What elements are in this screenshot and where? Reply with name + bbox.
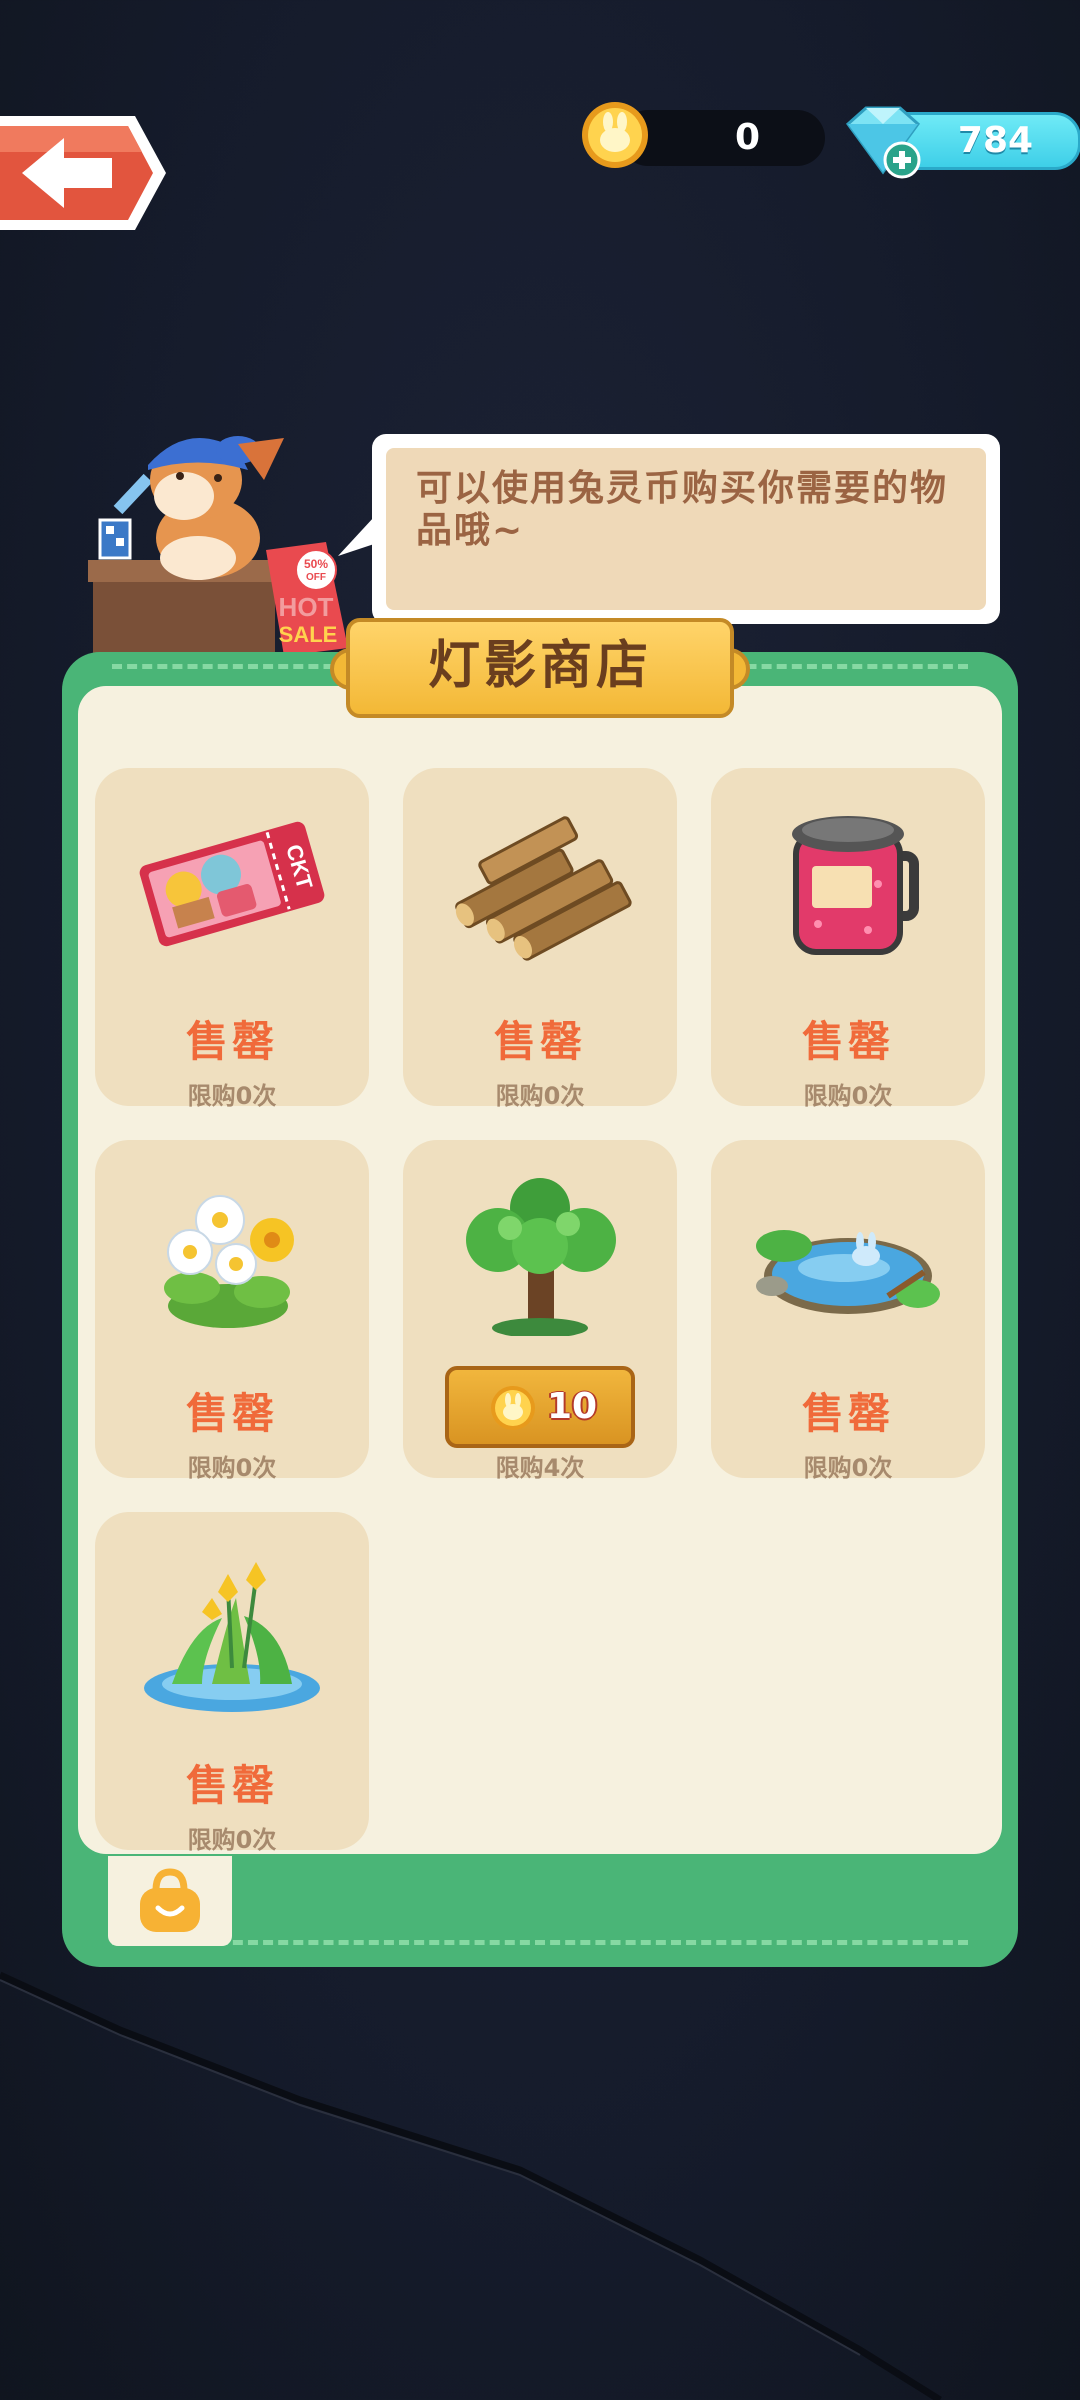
sold-out-label: 售罄 bbox=[493, 1017, 586, 1066]
sold-out-label: 售罄 bbox=[185, 1017, 278, 1066]
sign-text-4: SALE bbox=[279, 622, 338, 647]
dialog-text: 可以使用兔灵币购买你需要的物品哦~ bbox=[416, 468, 949, 551]
panel-stitch-bottom bbox=[112, 1940, 968, 1945]
rabbit-coin-icon bbox=[491, 1386, 535, 1430]
shop-item-wood[interactable]: 售罄 限购0次 bbox=[403, 768, 677, 1110]
shop-title-banner: 灯影商店 bbox=[330, 618, 750, 718]
purchase-limit: 限购0次 bbox=[495, 1082, 585, 1110]
shop-item-flowers[interactable]: 售罄 限购0次 bbox=[95, 1140, 369, 1482]
shop-item-pond[interactable]: 售罄 限购0次 bbox=[711, 1140, 985, 1482]
ticket-icon: CKT bbox=[139, 821, 325, 947]
rabbit-coin-icon bbox=[582, 102, 648, 168]
sold-out-label: 售罄 bbox=[185, 1389, 278, 1438]
wood-logs-icon bbox=[455, 816, 632, 961]
sign-text-2: OFF bbox=[306, 572, 326, 583]
sold-out-label: 售罄 bbox=[185, 1761, 278, 1810]
shopping-bag-icon bbox=[140, 1868, 200, 1932]
sold-out-label: 售罄 bbox=[801, 1389, 894, 1438]
gem-icon bbox=[845, 106, 921, 179]
shop-title: 灯影商店 bbox=[427, 636, 652, 696]
shop-grid: CKT 售罄 限购0次 售罄 限购0次 售罄 限购0次 售罄 限购0次 10 限… bbox=[78, 686, 1002, 1854]
daisy-flowers-icon bbox=[164, 1195, 294, 1328]
shopkeeper-npc: 50% OFF HOT SALE bbox=[88, 436, 348, 660]
sign-text-3: HOT bbox=[279, 592, 334, 622]
purchase-limit: 限购0次 bbox=[187, 1454, 277, 1482]
shop-item-lily-pond[interactable]: 售罄 限购0次 bbox=[95, 1512, 369, 1854]
shop-item-tree[interactable]: 10 限购4次 bbox=[403, 1140, 677, 1482]
purchase-limit: 限购0次 bbox=[187, 1082, 277, 1110]
purchase-limit: 限购0次 bbox=[187, 1826, 277, 1854]
coin-amount: 0 bbox=[734, 117, 761, 158]
speech-bubble: 可以使用兔灵币购买你需要的物品哦~ bbox=[372, 434, 1000, 624]
shop-item-jam-jar[interactable]: 售罄 限购0次 bbox=[711, 768, 985, 1110]
yellow-lily-icon bbox=[144, 1562, 320, 1712]
jam-jar-icon bbox=[792, 816, 919, 955]
buy-button[interactable]: 10 bbox=[445, 1366, 635, 1448]
qr-code-icon bbox=[98, 518, 132, 560]
pond-icon bbox=[756, 1230, 940, 1314]
coin-counter: 0 bbox=[620, 110, 825, 166]
plus-icon bbox=[883, 141, 921, 179]
sold-out-label: 售罄 bbox=[801, 1017, 894, 1066]
purchase-limit: 限购4次 bbox=[495, 1454, 585, 1482]
back-button[interactable] bbox=[0, 112, 168, 234]
price-value: 10 bbox=[547, 1386, 598, 1427]
purchase-limit: 限购0次 bbox=[803, 1082, 893, 1110]
sign-text-1: 50% bbox=[304, 557, 328, 571]
shop-panel: CKT 售罄 限购0次 售罄 限购0次 售罄 限购0次 售罄 限购0次 10 限… bbox=[62, 652, 1018, 1967]
tree-icon bbox=[466, 1178, 616, 1336]
background-crack bbox=[0, 1971, 942, 2400]
shop-item-ticket[interactable]: CKT 售罄 限购0次 bbox=[95, 768, 369, 1110]
bag-tab[interactable] bbox=[108, 1856, 232, 1946]
purchase-limit: 限购0次 bbox=[803, 1454, 893, 1482]
